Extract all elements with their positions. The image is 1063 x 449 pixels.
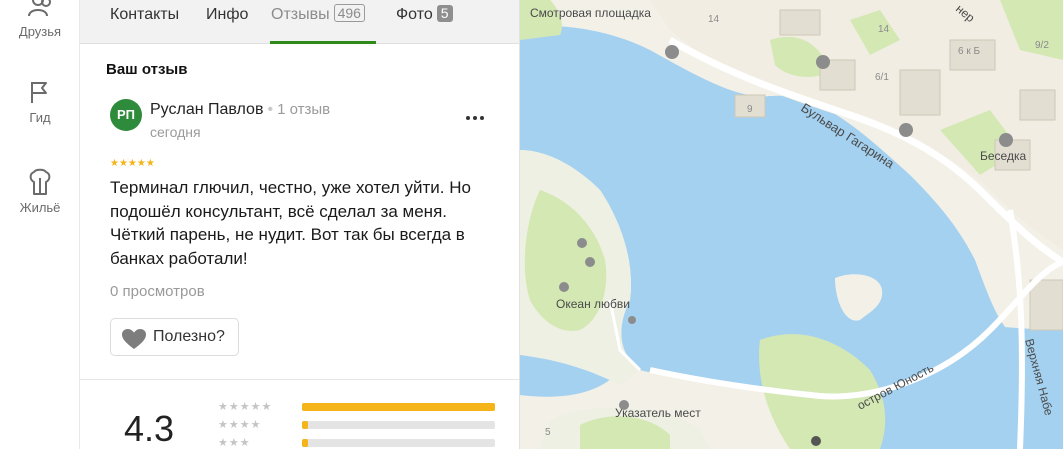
friends-icon <box>28 0 51 17</box>
distribution-bar <box>302 439 495 447</box>
active-tab-indicator <box>270 41 376 44</box>
review-stars: ★★★★★ <box>110 158 155 169</box>
tab-bar: Контакты Инфо Отзывы 496 Фото 5 <box>80 0 519 44</box>
house-number: 6/1 <box>875 72 889 83</box>
distribution-stars: ★★★ <box>218 437 251 449</box>
left-rail: Друзья Гид Жильё <box>0 0 80 449</box>
distribution-fill <box>302 403 495 411</box>
rail-item-lodging[interactable]: Жильё <box>0 168 80 215</box>
divider <box>80 379 519 380</box>
map-label-signpost: Указатель мест <box>615 406 701 420</box>
tab-label: Отзывы <box>271 6 330 23</box>
reviews-count-badge: 496 <box>333 4 365 22</box>
useful-label: Полезно? <box>153 328 225 345</box>
signpost-icon[interactable] <box>619 400 629 410</box>
distribution-fill <box>302 439 308 447</box>
house-number: 5 <box>545 427 551 438</box>
author-review-count: 1 отзыв <box>277 101 331 118</box>
location-pin-icon[interactable] <box>811 436 821 446</box>
house-number: 9 <box>747 104 753 115</box>
house-number: 6 к Б <box>958 46 980 57</box>
rail-item-label: Друзья <box>18 24 62 39</box>
rail-item-guide[interactable]: Гид <box>0 78 80 125</box>
more-dots-icon <box>466 116 484 120</box>
review-views: 0 просмотров <box>110 283 205 300</box>
tab-label: Фото <box>396 6 433 23</box>
map-label-viewpoint: Смотровая площадка <box>530 6 651 20</box>
map-canvas[interactable]: Смотровая площадка Бульвар Гагарина Бесе… <box>520 0 1063 449</box>
tab-label: Инфо <box>206 6 249 23</box>
distribution-bar <box>302 403 495 411</box>
heart-icon <box>122 329 146 349</box>
distribution-bar <box>302 421 495 429</box>
tab-info[interactable]: Инфо <box>206 4 248 26</box>
rating-value: 4.3 <box>124 408 175 449</box>
tab-label: Контакты <box>110 6 180 23</box>
lodging-icon <box>29 168 51 195</box>
drink-icon[interactable] <box>577 238 587 248</box>
avatar[interactable]: РП <box>110 99 142 131</box>
rail-item-label: Гид <box>29 110 51 125</box>
playground-icon[interactable] <box>585 257 595 267</box>
distribution-fill <box>302 421 308 429</box>
distribution-stars: ★★★★★ <box>218 401 273 413</box>
useful-button[interactable]: Полезно? <box>110 318 239 356</box>
review-date: сегодня <box>150 124 201 140</box>
drink-icon[interactable] <box>559 282 569 292</box>
author-name[interactable]: Руслан Павлов <box>150 101 263 118</box>
section-title: Ваш отзыв <box>106 61 188 78</box>
tab-contacts[interactable]: Контакты <box>110 4 179 26</box>
house-number: 9/2 <box>1035 40 1049 51</box>
separator-dot: • <box>267 101 274 118</box>
more-options-button[interactable] <box>460 104 490 128</box>
map-label-ocean-love: Океан любви <box>556 297 630 311</box>
rail-item-label: Жильё <box>19 200 61 215</box>
poi-icon[interactable] <box>816 55 830 69</box>
review-text: Терминал глючил, честно, уже хотел уйти.… <box>110 178 471 268</box>
poi-icon[interactable] <box>628 316 636 324</box>
house-icon[interactable] <box>899 123 913 137</box>
distribution-stars: ★★★★ <box>218 419 262 431</box>
house-number: 14 <box>878 24 890 35</box>
map-label-gazebo: Беседка <box>980 149 1026 163</box>
tab-photos[interactable]: Фото 5 <box>396 4 453 26</box>
gazebo-icon[interactable] <box>999 133 1013 147</box>
scooter-icon[interactable] <box>665 45 679 59</box>
photos-count-badge: 5 <box>436 5 453 22</box>
place-panel: Контакты Инфо Отзывы 496 Фото 5 Ваш отзыв … <box>80 0 520 449</box>
rail-item-friends[interactable]: Друзья <box>0 0 80 39</box>
flag-icon <box>31 82 47 103</box>
review-author: Руслан Павлов • 1 отзыв <box>150 101 330 119</box>
house-number: 14 <box>708 14 720 25</box>
map-view[interactable]: Смотровая площадка Бульвар Гагарина Бесе… <box>520 0 1063 449</box>
tab-reviews[interactable]: Отзывы 496 <box>271 4 365 26</box>
